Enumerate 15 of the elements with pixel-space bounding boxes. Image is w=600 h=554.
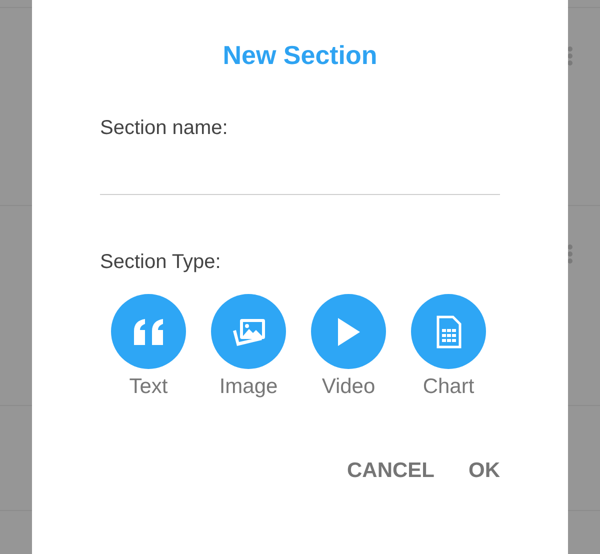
type-option[interactable]: Chart <box>411 294 486 399</box>
more-icon[interactable] <box>567 46 573 66</box>
field-label: Section name: <box>100 117 228 140</box>
dialog-title: New Section <box>222 40 378 71</box>
quote-icon <box>132 318 166 344</box>
spreadsheet-icon <box>436 314 462 348</box>
type-option[interactable]: Video <box>311 294 386 399</box>
dialog-button[interactable]: CANCEL <box>347 459 434 483</box>
type-option[interactable]: Text <box>111 294 186 399</box>
section-type-label: Section Type: <box>100 251 221 274</box>
dialog-button[interactable]: OK <box>468 459 500 483</box>
photos-icon <box>230 316 266 346</box>
more-icon[interactable] <box>567 244 573 264</box>
type-option[interactable]: Image <box>211 294 286 399</box>
play-icon <box>336 316 362 348</box>
